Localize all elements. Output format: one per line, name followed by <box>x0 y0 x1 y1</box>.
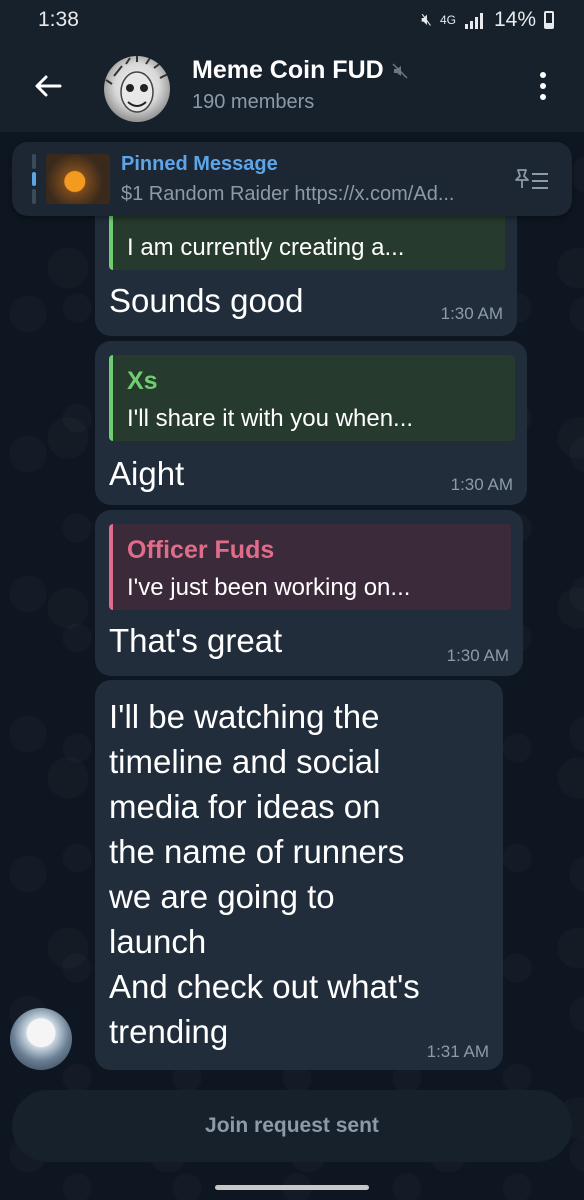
group-avatar[interactable] <box>104 56 170 122</box>
reply-quote[interactable]: Xs I'll share it with you when... <box>109 355 515 441</box>
message-text: That's great <box>109 622 283 659</box>
group-name: Meme Coin FUD <box>192 56 384 84</box>
reply-snippet: I've just been working on... <box>127 574 411 601</box>
dot <box>540 94 546 100</box>
message-line: I'll be watching the <box>109 698 380 735</box>
message-bubble[interactable]: Xs I'll share it with you when... Aight … <box>95 341 527 505</box>
message-line: timeline and social <box>109 743 381 780</box>
reply-snippet: I'll share it with you when... <box>127 405 414 432</box>
message-bubble[interactable]: Officer Fuds I've just been working on..… <box>95 510 523 676</box>
pinned-thumbnail <box>46 154 110 204</box>
pin-indicator-segment <box>32 189 36 205</box>
chat-header: Meme Coin FUD 190 members <box>0 40 584 132</box>
pin-list-icon[interactable] <box>512 166 552 194</box>
pinned-indicator <box>32 154 36 205</box>
chat-title[interactable]: Meme Coin FUD <box>192 56 408 85</box>
more-options-button[interactable] <box>526 64 560 108</box>
message-line: launch <box>109 923 207 960</box>
pinned-message-bar[interactable]: Pinned Message $1 Random Raider https://… <box>12 142 572 216</box>
arrow-left-icon <box>35 75 62 97</box>
reply-author: Officer Fuds <box>127 536 275 564</box>
status-icons: 🔇︎ 4G 14% <box>421 8 554 32</box>
message-time: 1:30 AM <box>446 646 509 665</box>
signal-icon <box>464 13 483 29</box>
home-indicator[interactable] <box>215 1185 369 1190</box>
reply-quote[interactable]: Officer Fuds I've just been working on..… <box>109 524 511 610</box>
message-text: I'll be watching the timeline and social… <box>109 694 499 1054</box>
message-time: 1:30 AM <box>440 304 503 323</box>
reply-author: Xs <box>127 367 158 395</box>
message-text: Sounds good <box>109 282 304 319</box>
join-request-bar: Join request sent <box>12 1090 572 1162</box>
sender-avatar[interactable] <box>10 1008 72 1070</box>
pinned-text: $1 Random Raider https://x.com/Ad... <box>121 183 455 205</box>
message-text: Aight <box>109 455 185 492</box>
pin-indicator-segment <box>32 154 36 169</box>
message-line: And check out what's <box>109 968 420 1005</box>
message-line: we are going to <box>109 878 335 915</box>
member-count: 190 members <box>192 91 315 113</box>
mute-notifications-icon: 🔇︎ <box>421 10 432 29</box>
network-label: 4G <box>439 13 456 27</box>
pinned-title: Pinned Message <box>121 153 278 175</box>
status-time: 1:38 <box>38 8 79 31</box>
dot <box>540 72 546 78</box>
battery-percent: 14% <box>493 8 536 31</box>
back-button[interactable] <box>26 64 70 108</box>
message-line: media for ideas on <box>109 788 381 825</box>
message-time: 1:31 AM <box>426 1042 489 1061</box>
message-bubble[interactable]: I'll be watching the timeline and social… <box>95 680 503 1070</box>
status-bar: 1:38 🔇︎ 4G 14% <box>0 0 584 40</box>
message-line: the name of runners <box>109 833 405 870</box>
face-sketch-icon <box>105 56 169 113</box>
battery-icon <box>544 11 554 29</box>
muted-icon <box>392 62 408 79</box>
reply-snippet: I am currently creating a... <box>127 234 405 261</box>
pin-indicator-segment <box>32 171 36 187</box>
join-request-button[interactable]: Join request sent <box>12 1090 572 1162</box>
dot <box>540 83 546 89</box>
message-time: 1:30 AM <box>450 475 513 494</box>
